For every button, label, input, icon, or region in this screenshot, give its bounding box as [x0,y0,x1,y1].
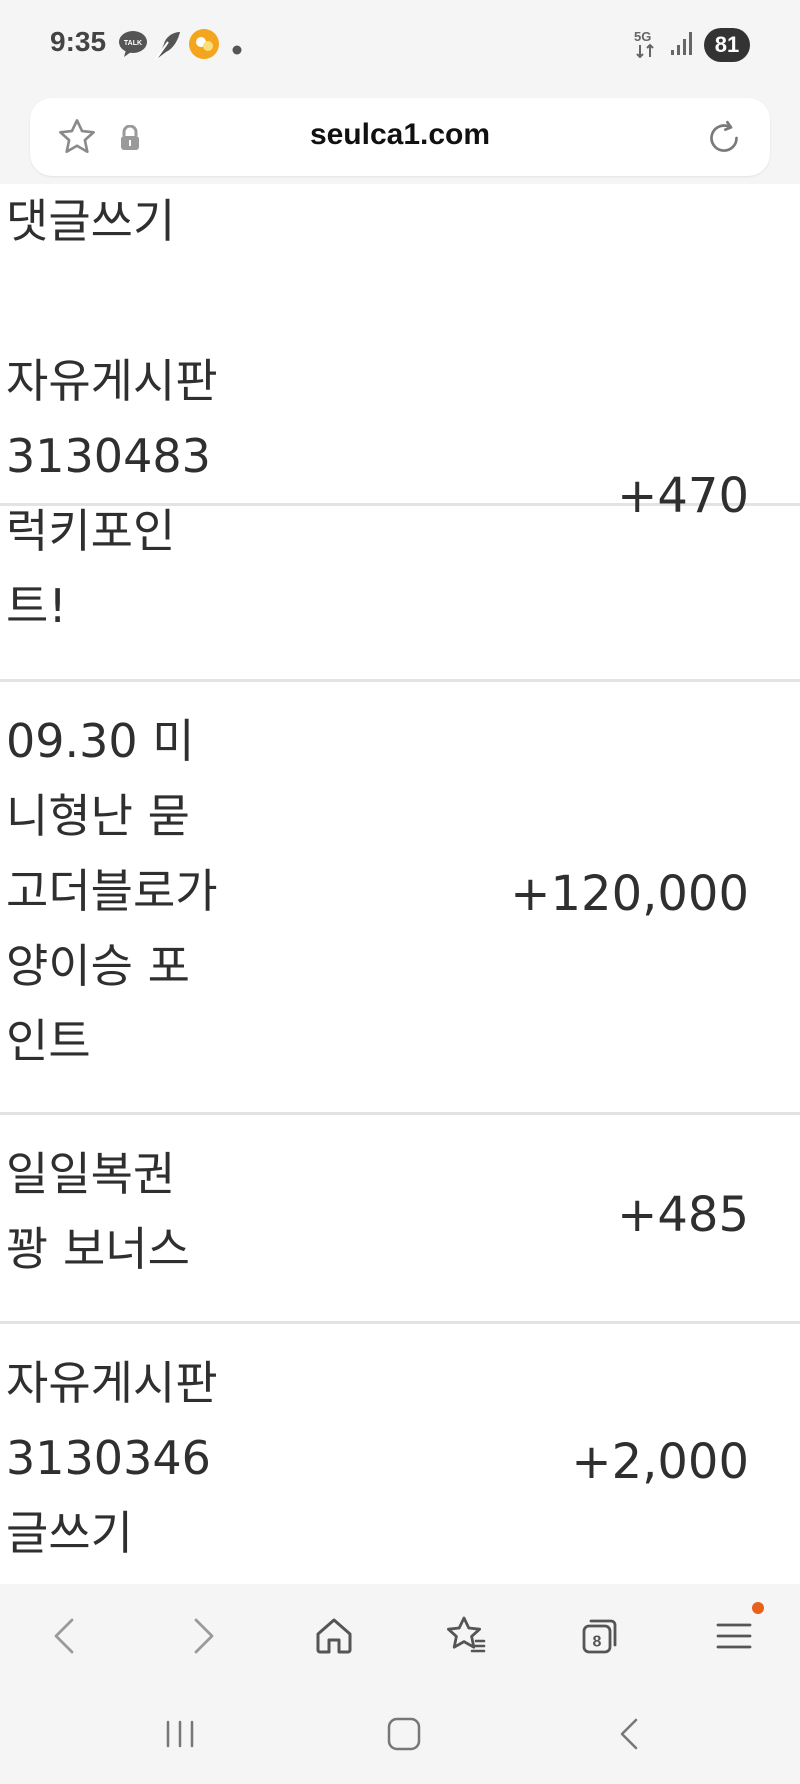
status-right: 5G 81 [634,28,750,62]
battery-badge: 81 [704,28,750,62]
browser-toolbar: 8 [0,1584,800,1684]
points-history-list: 3130514 댓글쓰기 자유게시판 3130483 럭키포인 트! +470 … [0,184,800,1584]
network-5g-icon: 5G [634,28,660,62]
signal-icon [670,30,694,60]
item-points: +120,000 [510,866,749,922]
item-description: 일일복권 꽝 보너스 [6,1147,190,1276]
item-description: 09.30 미 니형난 묻 고더블로가 양이승 포 인트 [6,714,218,1068]
tabs-icon[interactable]: 8 [576,1612,624,1660]
item-points: +2,000 [571,1434,749,1490]
status-time: 9:35 [50,26,107,57]
kakaotalk-icon: TALK [118,30,148,62]
chick-app-icon [188,28,220,64]
svg-text:8: 8 [593,1634,602,1651]
svg-text:5G: 5G [634,29,651,44]
item-points: +470 [617,468,749,524]
svg-text:TALK: TALK [124,40,142,47]
system-back-icon[interactable] [610,1714,650,1758]
list-item: 자유게시판 3130346 글쓰기 +2,000 [0,1324,800,1584]
back-arrow-icon[interactable] [42,1612,90,1660]
recent-apps-icon[interactable] [160,1714,200,1758]
status-bar: 9:35 TALK 5G 81 [0,0,800,92]
item-points: +485 [617,1187,749,1243]
feather-app-icon [154,30,182,64]
menu-hamburger-icon[interactable] [710,1612,758,1660]
list-item: 09.30 미 니형난 묻 고더블로가 양이승 포 인트 +120,000 [0,682,800,1115]
home-icon[interactable] [310,1612,358,1660]
forward-arrow-icon[interactable] [178,1612,226,1660]
menu-notification-dot [752,1602,764,1614]
url-text[interactable]: seulca1.com [30,118,770,152]
reload-icon[interactable] [704,118,744,162]
item-description: 3130514 댓글쓰기 [6,194,176,248]
bookmarks-icon[interactable] [442,1612,490,1660]
dot-icon [232,40,242,59]
address-bar-area: seulca1.com [0,92,800,184]
home-button-icon[interactable] [384,1714,424,1758]
item-description: 자유게시판 3130346 글쓰기 [6,1356,218,1560]
list-item: 자유게시판 3130483 럭키포인 트! +470 [0,322,800,682]
browser-screen: 9:35 TALK 5G 81 seulca1.com 댓글쓰기 자유게시판 3… [0,0,800,1784]
item-description: 자유게시판 3130483 럭키포인 트! [6,354,218,633]
address-bar[interactable]: seulca1.com [30,98,770,176]
system-navigation-bar [0,1684,800,1784]
list-item: 일일복권 꽝 보너스 +485 [0,1115,800,1324]
